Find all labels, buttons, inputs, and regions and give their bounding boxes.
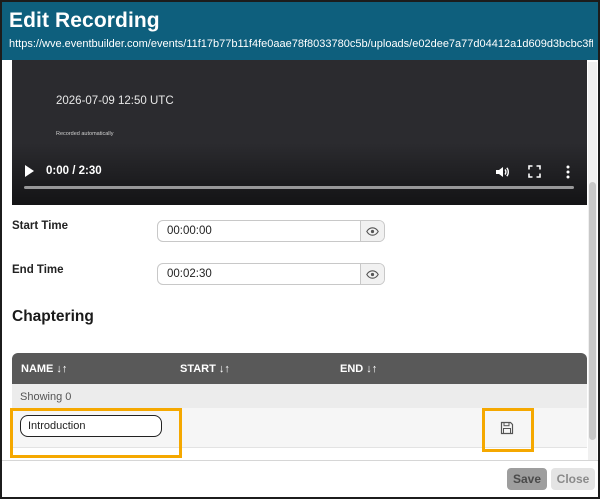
column-header-start[interactable]: START ↓↑ bbox=[180, 363, 230, 375]
close-button[interactable]: Close bbox=[551, 468, 595, 490]
edit-recording-dialog: Edit Recording https://wve.eventbuilder.… bbox=[0, 0, 600, 499]
start-time-input[interactable] bbox=[158, 221, 361, 241]
chapters-table: NAME ↓↑ START ↓↑ END ↓↑ Showing 0 bbox=[12, 353, 587, 448]
chapter-name-input[interactable] bbox=[20, 415, 162, 437]
column-start-label: START bbox=[180, 363, 216, 375]
dialog-footer: Save Close bbox=[2, 460, 598, 497]
end-time-label: End Time bbox=[12, 264, 64, 276]
sort-arrows-icon: ↓↑ bbox=[218, 363, 230, 375]
fullscreen-icon[interactable] bbox=[528, 165, 541, 178]
showing-count-text: Showing 0 bbox=[20, 391, 72, 403]
column-header-end[interactable]: END ↓↑ bbox=[340, 363, 377, 375]
start-time-field bbox=[157, 220, 385, 242]
dialog-title: Edit Recording bbox=[9, 9, 160, 32]
chapters-table-header: NAME ↓↑ START ↓↑ END ↓↑ bbox=[12, 353, 587, 384]
chaptering-heading: Chaptering bbox=[12, 308, 94, 325]
video-time-display: 0:00 / 2:30 bbox=[46, 165, 102, 177]
eye-icon bbox=[366, 226, 379, 236]
floppy-disk-icon[interactable] bbox=[500, 421, 514, 435]
column-name-label: NAME bbox=[21, 363, 54, 375]
end-time-input[interactable] bbox=[158, 264, 361, 284]
volume-icon[interactable] bbox=[494, 164, 510, 180]
video-controls: 0:00 / 2:30 bbox=[12, 160, 587, 184]
column-end-label: END bbox=[340, 363, 364, 375]
sort-arrows-icon: ↓↑ bbox=[56, 363, 68, 375]
dialog-scrollbar[interactable] bbox=[588, 62, 597, 460]
column-header-name[interactable]: NAME ↓↑ bbox=[21, 363, 67, 375]
sort-arrows-icon: ↓↑ bbox=[366, 363, 378, 375]
more-vertical-icon[interactable] bbox=[563, 164, 573, 180]
start-time-label: Start Time bbox=[12, 220, 69, 232]
end-time-field bbox=[157, 263, 385, 285]
video-note-text: Recorded automatically bbox=[56, 131, 114, 137]
scrollbar-thumb[interactable] bbox=[589, 182, 596, 440]
dialog-body: 2026-07-09 12:50 UTC Recorded automatica… bbox=[2, 60, 598, 460]
dialog-title-bar: Edit Recording https://wve.eventbuilder.… bbox=[2, 2, 598, 60]
video-player[interactable]: 2026-07-09 12:50 UTC Recorded automatica… bbox=[12, 60, 587, 205]
play-icon[interactable] bbox=[25, 165, 34, 177]
table-row bbox=[12, 408, 587, 448]
recording-url: https://wve.eventbuilder.com/events/11f1… bbox=[9, 38, 593, 50]
video-progress-bar[interactable] bbox=[24, 186, 574, 189]
eye-icon bbox=[366, 269, 379, 279]
end-time-eye-button[interactable] bbox=[360, 264, 384, 284]
video-date-text: 2026-07-09 12:50 UTC bbox=[56, 95, 174, 107]
save-button[interactable]: Save bbox=[507, 468, 547, 490]
start-time-eye-button[interactable] bbox=[360, 221, 384, 241]
showing-count-row: Showing 0 bbox=[12, 384, 587, 408]
